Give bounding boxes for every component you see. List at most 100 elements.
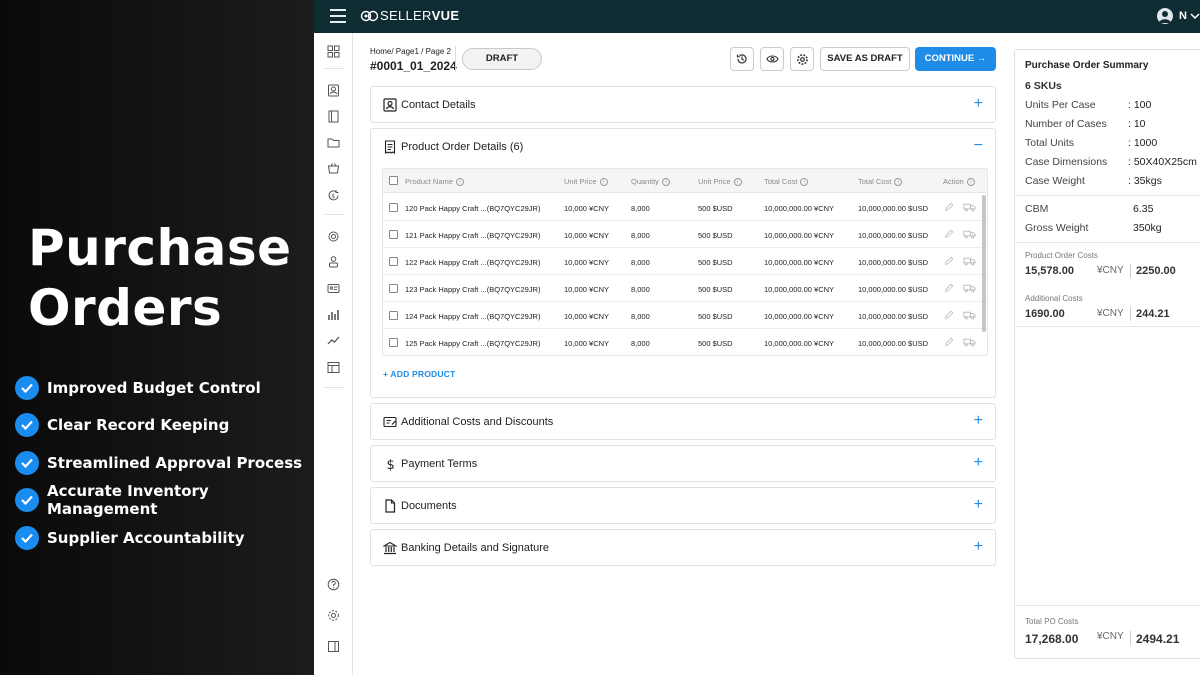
check-icon — [15, 488, 39, 513]
expand-icon[interactable]: + — [974, 455, 983, 471]
additional-costs-currency: ¥CNY — [1097, 308, 1124, 319]
row-checkbox[interactable] — [389, 284, 398, 293]
cell-unit-price-cny: 10,000 ¥CNY — [564, 258, 610, 267]
save-as-draft-button[interactable]: SAVE AS DRAFT — [820, 47, 910, 71]
edit-icon[interactable] — [943, 256, 955, 266]
benefit-item: Supplier Accountability — [15, 519, 314, 557]
support-icon[interactable] — [327, 230, 340, 243]
logo-icon — [360, 10, 379, 21]
basket-icon[interactable] — [327, 162, 340, 175]
value-separator — [1130, 631, 1131, 645]
additional-costs-usd: 244.21 — [1136, 308, 1170, 320]
line-chart-icon[interactable] — [327, 334, 340, 347]
cell-unit-price-usd: 500 $USD — [698, 204, 733, 213]
expand-icon[interactable]: + — [974, 539, 983, 555]
help-icon[interactable] — [327, 578, 340, 591]
expand-icon[interactable]: + — [974, 96, 983, 112]
history-button[interactable] — [730, 47, 754, 71]
edit-icon[interactable] — [943, 283, 955, 293]
spec-value: : 50X40X25cm — [1128, 156, 1197, 168]
product-order-header[interactable]: Product Order Details (6) − — [371, 129, 995, 165]
folder-icon[interactable] — [327, 136, 340, 149]
user-icon[interactable] — [327, 255, 340, 268]
select-all-checkbox[interactable] — [389, 176, 398, 185]
edit-icon[interactable] — [943, 229, 955, 239]
cell-unit-price-cny: 10,000 ¥CNY — [564, 312, 610, 321]
product-costs-cny: 15,578.00 — [1025, 265, 1074, 277]
collapse-sidebar-icon[interactable] — [327, 640, 340, 653]
table-row[interactable]: 125 Pack Happy Craft ...(BQ7QYC29JR) 10,0… — [383, 329, 987, 355]
divider — [1015, 242, 1200, 243]
row-checkbox[interactable] — [389, 230, 398, 239]
truck-icon[interactable] — [963, 202, 976, 212]
breadcrumb[interactable]: Home/ Page1 / Page 2 — [370, 47, 451, 56]
truck-icon[interactable] — [963, 283, 976, 293]
payment-terms-header[interactable]: $ Payment Terms + — [371, 446, 995, 482]
row-checkbox[interactable] — [389, 203, 398, 212]
dashboard-icon[interactable] — [327, 45, 340, 58]
refresh-dollar-icon[interactable]: $ — [327, 189, 340, 202]
section-title: Payment Terms — [401, 458, 478, 470]
contact-card-icon — [383, 98, 397, 112]
table-row[interactable]: 121 Pack Happy Craft ...(BQ7QYC29JR) 10,0… — [383, 221, 987, 248]
column-header: Product Name i — [405, 177, 464, 186]
contact-details-header[interactable]: Contact Details + — [371, 87, 995, 123]
settings-button[interactable] — [790, 47, 814, 71]
book-icon[interactable] — [327, 110, 340, 123]
svg-text:$: $ — [387, 458, 395, 471]
spec-value: : 1000 — [1128, 137, 1158, 149]
check-icon — [15, 413, 39, 438]
cell-total-usd: 10,000,000.00 $USD — [858, 204, 929, 213]
cell-unit-price-usd: 500 $USD — [698, 312, 733, 321]
spec-label: Number of Cases — [1025, 118, 1107, 130]
expand-icon[interactable]: + — [974, 413, 983, 429]
row-checkbox[interactable] — [389, 338, 398, 347]
truck-icon[interactable] — [963, 310, 976, 320]
edit-icon[interactable] — [943, 337, 955, 347]
edit-icon[interactable] — [943, 310, 955, 320]
check-icon — [15, 375, 39, 400]
column-header: Total Cost i — [764, 177, 809, 186]
logo-text: SELLER — [380, 8, 432, 23]
add-product-button[interactable]: + ADD PRODUCT — [383, 369, 455, 379]
banking-header[interactable]: Banking Details and Signature + — [371, 530, 995, 566]
bar-chart-icon[interactable] — [327, 308, 340, 321]
truck-icon[interactable] — [963, 256, 976, 266]
user-menu[interactable]: N — [1157, 8, 1200, 24]
total-po-costs-cny: 17,268.00 — [1025, 632, 1079, 646]
continue-button[interactable]: CONTINUE → — [915, 47, 996, 71]
cell-name: 125 Pack Happy Craft ...(BQ7QYC29JR) — [405, 339, 541, 348]
summary-title: Purchase Order Summary — [1025, 60, 1149, 71]
row-checkbox[interactable] — [389, 257, 398, 266]
preview-button[interactable] — [760, 47, 784, 71]
table-icon[interactable] — [327, 361, 340, 374]
id-card-icon[interactable] — [327, 282, 340, 295]
benefit-label: Supplier Accountability — [47, 528, 245, 547]
column-header: Quantity i — [631, 177, 670, 186]
table-scrollbar[interactable] — [982, 195, 986, 332]
table-row[interactable]: 124 Pack Happy Craft ...(BQ7QYC29JR) 10,0… — [383, 302, 987, 329]
expand-icon[interactable]: + — [974, 497, 983, 513]
edit-icon[interactable] — [943, 202, 955, 212]
row-checkbox[interactable] — [389, 311, 398, 320]
truck-icon[interactable] — [963, 337, 976, 347]
table-row[interactable]: 120 Pack Happy Craft ...(BQ7QYC29JR) 10,0… — [383, 194, 987, 221]
contacts-icon[interactable] — [327, 84, 340, 97]
truck-icon[interactable] — [963, 229, 976, 239]
table-row[interactable]: 122 Pack Happy Craft ...(BQ7QYC29JR) 10,0… — [383, 248, 987, 275]
divider — [1015, 326, 1200, 327]
gear-icon[interactable] — [327, 609, 340, 622]
benefit-label: Improved Budget Control — [47, 378, 261, 397]
additional-costs-header[interactable]: Additional Costs and Discounts + — [371, 404, 995, 440]
collapse-icon[interactable]: − — [974, 138, 983, 154]
header-divider — [455, 46, 456, 72]
promo-title-line2: Orders — [28, 279, 223, 337]
table-header: Product Name i Unit Price i Quantity i Unit… — [383, 169, 987, 193]
documents-header[interactable]: Documents + — [371, 488, 995, 524]
menu-icon[interactable] — [330, 9, 346, 23]
table-row[interactable]: 123 Pack Happy Craft ...(BQ7QYC29JR) 10,0… — [383, 275, 987, 302]
info-icon: i — [455, 177, 464, 186]
documents-section: Documents + — [370, 487, 996, 524]
additional-costs-label: Additional Costs — [1025, 294, 1083, 303]
total-po-costs-label: Total PO Costs — [1025, 617, 1079, 626]
